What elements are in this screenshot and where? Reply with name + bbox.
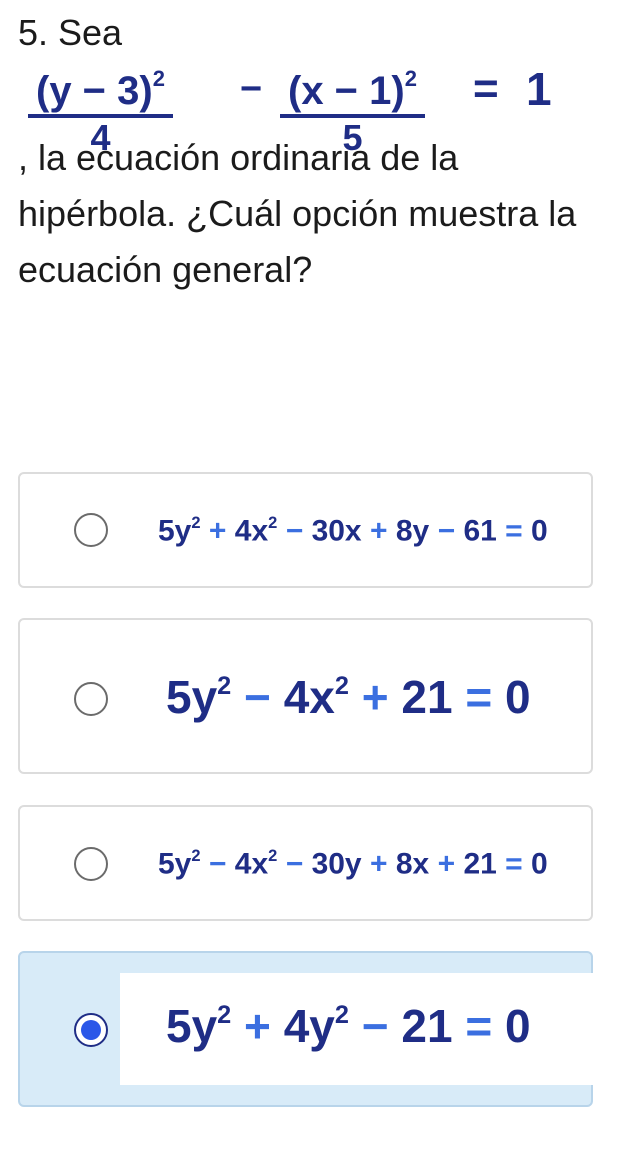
option-1-equation: 5y2 + 4x2 − 30x + 8y − 61 = 0 bbox=[158, 514, 548, 548]
equals-operator: = bbox=[473, 64, 499, 113]
radio-button-icon[interactable] bbox=[74, 513, 108, 547]
fraction-x-numerator: (x − 1)2 bbox=[288, 66, 417, 113]
radio-button-icon[interactable] bbox=[74, 682, 108, 716]
minus-operator: − bbox=[240, 68, 263, 110]
answer-option-3[interactable]: 5y2 − 4x2 − 30y + 8x + 21 = 0 bbox=[18, 805, 593, 921]
fraction-x-denominator: 5 bbox=[342, 117, 363, 158]
radio-selected-icon[interactable] bbox=[74, 1013, 108, 1047]
hyperbola-formula: (y − 3)2 4 − (x − 1)2 5 = 1 bbox=[18, 56, 618, 158]
radio-button-icon[interactable] bbox=[74, 847, 108, 881]
fraction-y: (y − 3)2 4 bbox=[28, 56, 173, 158]
answer-option-1[interactable]: 5y2 + 4x2 − 30x + 8y − 61 = 0 bbox=[18, 472, 593, 588]
fraction-x: (x − 1)2 5 bbox=[280, 56, 425, 158]
option-2-equation: 5y2 − 4x2 + 21 = 0 bbox=[166, 671, 531, 723]
answer-option-4[interactable]: 5y2 + 4y2 − 21 = 0 bbox=[18, 951, 593, 1107]
question-number: 5. Sea bbox=[18, 12, 123, 53]
option-3-equation: 5y2 − 4x2 − 30y + 8x + 21 = 0 bbox=[158, 847, 548, 881]
fraction-y-numerator: (y − 3)2 bbox=[36, 66, 165, 113]
question-block: 5. Sea (y − 3)2 4 − (x − 1)2 5 = 1 , la … bbox=[18, 10, 618, 298]
fraction-y-denominator: 4 bbox=[90, 117, 111, 158]
formula-rhs: 1 bbox=[526, 63, 552, 115]
answer-option-2[interactable]: 5y2 − 4x2 + 21 = 0 bbox=[18, 618, 593, 774]
option-4-equation: 5y2 + 4y2 − 21 = 0 bbox=[166, 1000, 531, 1052]
